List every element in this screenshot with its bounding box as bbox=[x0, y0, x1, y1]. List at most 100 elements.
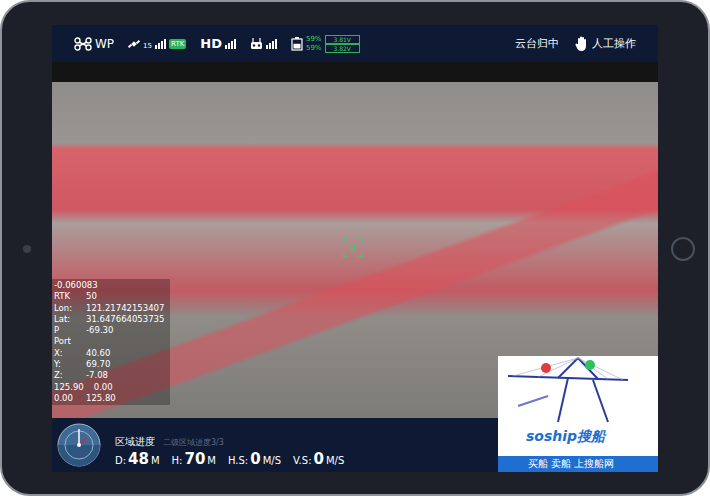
video-top-strip bbox=[52, 62, 658, 82]
controller-icon bbox=[250, 38, 263, 50]
telemetry-cell: -7.08 bbox=[86, 370, 108, 381]
signal-bar bbox=[231, 41, 233, 49]
telemetry-cell: 0.00 bbox=[54, 393, 76, 404]
telemetry-cell: Lon: bbox=[54, 303, 76, 314]
signal-bar bbox=[272, 41, 274, 49]
crane-overview-inset: soship搜船买船 卖船 上搜船网 bbox=[498, 356, 658, 472]
stat-value: 0 bbox=[314, 450, 324, 468]
battery-icon bbox=[291, 37, 303, 51]
home-button[interactable] bbox=[671, 237, 695, 261]
flight-stats: D:48MH:70MH.S:0M/SV.S:0M/S bbox=[115, 450, 344, 468]
gps-status: 15 RTK bbox=[128, 38, 186, 50]
telemetry-cell: -69.30 bbox=[86, 325, 113, 336]
manual-control-label: 人工操作 bbox=[592, 36, 636, 51]
telemetry-cell: Port bbox=[54, 336, 76, 347]
telemetry-row: X: 40.60 bbox=[54, 348, 164, 359]
telemetry-cell: 121.21742153407 bbox=[86, 303, 164, 314]
telemetry-cell: 40.60 bbox=[86, 348, 110, 359]
area-progress: 区域进度二级区域进度3/3 bbox=[115, 435, 344, 449]
stat-value: 70 bbox=[184, 450, 205, 468]
gps-signal bbox=[155, 39, 166, 49]
telemetry-panel: -0.060083RTK 50 Lon: 121.21742153407 Lat: 31.… bbox=[52, 279, 170, 405]
stat-unit: M/S bbox=[263, 455, 281, 466]
stat-unit: M/S bbox=[326, 455, 344, 466]
telemetry-row: P -69.30 bbox=[54, 325, 164, 336]
hand-icon bbox=[575, 36, 589, 52]
telemetry-cell: Y: bbox=[54, 359, 76, 370]
watermark-slogan: 买船 卖船 上搜船网 bbox=[498, 456, 658, 472]
stat-value: 0 bbox=[250, 450, 260, 468]
compass-icon bbox=[57, 423, 101, 467]
flight-stat: H:70M bbox=[172, 450, 216, 468]
telemetry-cell: RTK bbox=[54, 291, 76, 302]
telemetry-cell: 125.80 bbox=[86, 393, 116, 404]
signal-bar bbox=[266, 45, 268, 49]
telemetry-cell: -0.060083 bbox=[54, 280, 98, 291]
manual-control-button[interactable]: 人工操作 bbox=[575, 36, 636, 52]
telemetry-row: Port bbox=[54, 336, 164, 347]
telemetry-row: -0.060083 bbox=[54, 280, 164, 291]
telemetry-row: Lat: 31.647664053735 bbox=[54, 314, 164, 325]
stat-unit: M bbox=[151, 455, 160, 466]
rtk-badge: RTK bbox=[169, 39, 186, 49]
satellite-count: 15 bbox=[143, 42, 152, 50]
drone-icon bbox=[74, 37, 92, 51]
bezel-right bbox=[658, 25, 708, 472]
flight-stat: H.S:0M/S bbox=[228, 450, 281, 468]
voltages: 3.81V3.82V bbox=[325, 35, 360, 53]
signal-bar bbox=[228, 43, 230, 49]
telemetry-row: Z: -7.08 bbox=[54, 370, 164, 381]
signal-bar bbox=[155, 45, 157, 49]
progress-label: 区域进度 bbox=[115, 435, 155, 449]
voltage-box: 3.82V bbox=[325, 44, 360, 53]
mode-indicator[interactable]: WP bbox=[74, 37, 114, 51]
watermark-brand: soship搜船 bbox=[498, 426, 658, 446]
video-label: HD bbox=[200, 36, 222, 51]
signal-bar bbox=[234, 39, 236, 49]
signal-bar bbox=[275, 39, 277, 49]
voltage-box: 3.81V bbox=[325, 35, 360, 44]
telemetry-cell: 31.647664053735 bbox=[86, 314, 164, 325]
stat-label: V.S: bbox=[293, 455, 311, 466]
telemetry-row: 125.90 0.00 bbox=[54, 382, 164, 393]
telemetry-cell: 69.70 bbox=[86, 359, 110, 370]
telemetry-row: Lon: 121.21742153407 bbox=[54, 303, 164, 314]
stat-value: 48 bbox=[128, 450, 149, 468]
stat-unit: M bbox=[207, 455, 216, 466]
mode-label: WP bbox=[95, 37, 114, 51]
telemetry-cell: P bbox=[54, 325, 76, 336]
telemetry-cell: 0.00 bbox=[94, 382, 113, 393]
signal-bar bbox=[158, 43, 160, 49]
gimbal-center-button[interactable]: 云台归中 bbox=[515, 36, 559, 51]
telemetry-row: 0.00 125.80 bbox=[54, 393, 164, 404]
crane-diagram-icon bbox=[498, 356, 658, 426]
telemetry-cell: Lat: bbox=[54, 314, 76, 325]
stat-label: H: bbox=[172, 455, 183, 466]
battery-text: 59% bbox=[306, 35, 322, 44]
satellite-icon bbox=[128, 38, 140, 50]
remote-link bbox=[250, 38, 277, 50]
telemetry-cell: X: bbox=[54, 348, 76, 359]
battery-status: 59%59%3.81V3.82V bbox=[291, 35, 360, 53]
remote-signal bbox=[266, 39, 277, 49]
bezel-left bbox=[2, 25, 52, 472]
signal-bar bbox=[225, 45, 227, 49]
telemetry-cell: 125.90 bbox=[54, 382, 84, 393]
flight-stat: D:48M bbox=[115, 450, 160, 468]
camera bbox=[23, 245, 31, 253]
stat-label: H.S: bbox=[228, 455, 248, 466]
telemetry-row: RTK 50 bbox=[54, 291, 164, 302]
video-signal bbox=[225, 39, 236, 49]
signal-bar bbox=[161, 41, 163, 49]
telemetry-row: Y: 69.70 bbox=[54, 359, 164, 370]
telemetry-cell: Z: bbox=[54, 370, 76, 381]
target-reticle-icon bbox=[342, 237, 364, 259]
tablet: WP 15 RTK HD 59%59%3.81V3.82V 云台归中 人工操作 -0.0600… bbox=[0, 0, 710, 496]
signal-bar bbox=[164, 39, 166, 49]
telemetry-cell: 50 bbox=[86, 291, 97, 302]
progress-value: 二级区域进度3/3 bbox=[163, 437, 224, 448]
video-link: HD bbox=[200, 36, 236, 51]
stat-label: D: bbox=[115, 455, 126, 466]
signal-bar bbox=[269, 43, 271, 49]
battery-text: 59% bbox=[306, 44, 322, 53]
